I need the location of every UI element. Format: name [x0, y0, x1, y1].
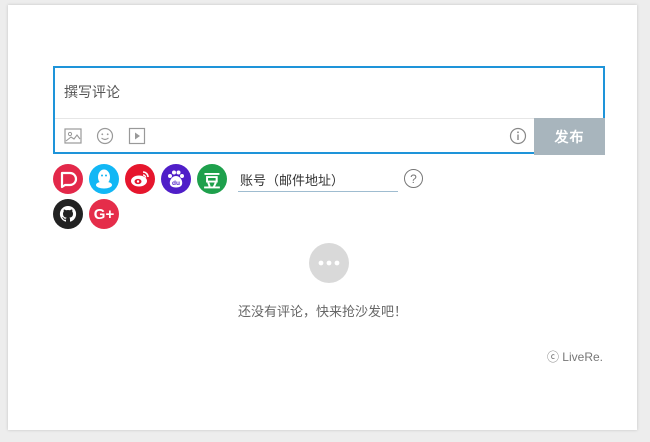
comment-widget: 撰写评论 发布 du 豆 G+ 账号（邮件地址） ? 还没有评论，快来抢沙发吧！… [8, 5, 637, 430]
qq-login-icon[interactable] [89, 164, 119, 194]
baidu-glyph: du [172, 180, 180, 187]
post-button[interactable]: 发布 [534, 118, 605, 155]
info-icon[interactable] [509, 127, 527, 145]
comment-placeholder[interactable]: 撰写评论 [64, 82, 120, 102]
empty-comments-icon [308, 243, 350, 290]
account-field[interactable]: 账号（邮件地址） [238, 163, 398, 192]
google-plus-glyph: G+ [93, 205, 115, 223]
account-placeholder[interactable]: 账号（邮件地址） [240, 170, 344, 189]
comment-editor[interactable]: 撰写评论 发布 [53, 66, 605, 155]
video-icon[interactable] [128, 127, 146, 145]
emoji-icon[interactable] [96, 127, 114, 145]
editor-toolbar: 发布 [55, 118, 605, 155]
douban-login-icon[interactable]: 豆 [197, 164, 227, 194]
livere-brand-link[interactable]: ⓒ LiveRe. [547, 348, 603, 365]
image-icon[interactable] [64, 127, 82, 145]
github-login-icon[interactable] [53, 199, 83, 229]
google-plus-login-icon[interactable]: G+ [89, 199, 119, 229]
livere-login-icon[interactable] [53, 164, 83, 194]
weibo-login-icon[interactable] [125, 164, 155, 194]
baidu-login-icon[interactable]: du [161, 164, 191, 194]
help-icon[interactable]: ? [404, 169, 423, 188]
douban-glyph: 豆 [203, 171, 221, 192]
empty-comments-message: 还没有评论，快来抢沙发吧！ [237, 304, 407, 319]
